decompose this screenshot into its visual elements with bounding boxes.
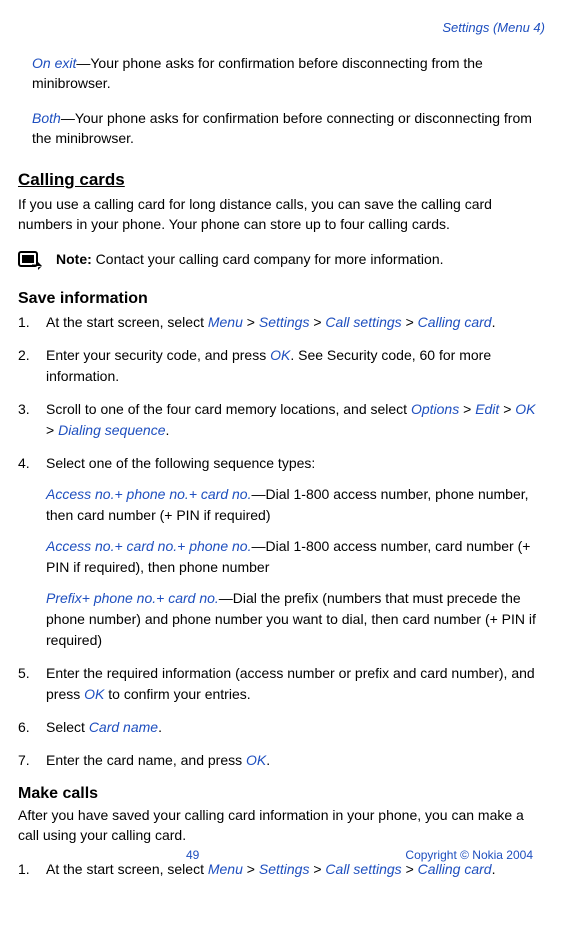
heading-save-information: Save information xyxy=(18,290,545,308)
menu-path-link: Menu xyxy=(208,861,243,877)
step-body: Select Card name. xyxy=(46,717,545,738)
option-term: On exit xyxy=(32,55,76,71)
step-body: Enter the required information (access n… xyxy=(46,663,545,705)
step-item: 7. Enter the card name, and press OK. xyxy=(18,750,545,771)
step-item: 2.Enter your security code, and press OK… xyxy=(18,345,545,387)
menu-path-link: Settings xyxy=(259,314,310,330)
page-content: Settings (Menu 4) On exit—Your phone ask… xyxy=(0,0,563,932)
step-body: Select one of the following sequence typ… xyxy=(46,453,545,651)
copyright: Copyright © Nokia 2004 xyxy=(405,848,533,862)
sequence-term: Access no.+ card no.+ phone no. xyxy=(46,538,251,554)
note-label: Note: xyxy=(56,251,92,267)
step-item: 1. At the start screen, select Menu > Set… xyxy=(18,859,545,880)
note-icon xyxy=(18,251,46,276)
menu-path-link: OK xyxy=(246,752,266,768)
step-item: 4.Select one of the following sequence t… xyxy=(18,453,545,651)
menu-path-link: Edit xyxy=(475,401,499,417)
make-calls-intro: After you have saved your calling card i… xyxy=(18,805,545,846)
note-text: Note: Contact your calling card company … xyxy=(56,249,545,269)
step-number: 6. xyxy=(18,717,36,738)
step-number: 1. xyxy=(18,859,36,880)
option-desc: —Your phone asks for confirmation before… xyxy=(32,55,483,91)
intro-options: On exit—Your phone asks for confirmation… xyxy=(18,53,545,148)
page-footer: 49 Copyright © Nokia 2004 xyxy=(0,848,563,862)
menu-path-link: OK xyxy=(270,347,290,363)
menu-path-link: Dialing sequence xyxy=(58,422,165,438)
step-item: 5.Enter the required information (access… xyxy=(18,663,545,705)
heading-calling-cards: Calling cards xyxy=(18,170,545,190)
note-body: Contact your calling card company for mo… xyxy=(92,251,444,267)
step-number: 5. xyxy=(18,663,36,705)
step-item: 6. Select Card name. xyxy=(18,717,545,738)
step-body: Scroll to one of the four card memory lo… xyxy=(46,399,545,441)
save-steps-list: 1. At the start screen, select Menu > Set… xyxy=(18,312,545,771)
intro-option: On exit—Your phone asks for confirmation… xyxy=(32,53,545,94)
step-item: 3.Scroll to one of the four card memory … xyxy=(18,399,545,441)
note-row: Note: Contact your calling card company … xyxy=(18,249,545,276)
menu-path-link: Card name xyxy=(89,719,158,735)
step-body: At the start screen, select Menu > Setti… xyxy=(46,312,545,333)
menu-path-link: Settings xyxy=(259,861,310,877)
step-number: 4. xyxy=(18,453,36,651)
menu-path-link: Calling card xyxy=(418,314,492,330)
page-number: 49 xyxy=(186,848,199,862)
step-body: Enter your security code, and press OK. … xyxy=(46,345,545,387)
step-item: 1. At the start screen, select Menu > Set… xyxy=(18,312,545,333)
intro-option: Both—Your phone asks for confirmation be… xyxy=(32,108,545,149)
step-body: Enter the card name, and press OK. xyxy=(46,750,545,771)
menu-path-link: Menu xyxy=(208,314,243,330)
step-number: 7. xyxy=(18,750,36,771)
menu-path-link: Calling card xyxy=(418,861,492,877)
breadcrumb: Settings (Menu 4) xyxy=(18,20,545,35)
menu-path-link: Options xyxy=(411,401,459,417)
option-desc: —Your phone asks for confirmation before… xyxy=(32,110,532,146)
sequence-term: Access no.+ phone no.+ card no. xyxy=(46,486,251,502)
menu-path-link: OK xyxy=(84,686,104,702)
step-number: 3. xyxy=(18,399,36,441)
sequence-option: Access no.+ phone no.+ card no.—Dial 1-8… xyxy=(46,484,545,526)
step-body: At the start screen, select Menu > Setti… xyxy=(46,859,545,880)
sequence-option: Prefix+ phone no.+ card no.—Dial the pre… xyxy=(46,588,545,651)
option-term: Both xyxy=(32,110,61,126)
menu-path-link: Call settings xyxy=(325,861,401,877)
menu-path-link: Call settings xyxy=(325,314,401,330)
heading-make-calls: Make calls xyxy=(18,785,545,803)
step-number: 1. xyxy=(18,312,36,333)
menu-path-link: OK xyxy=(515,401,535,417)
sequence-term: Prefix+ phone no.+ card no. xyxy=(46,590,219,606)
make-steps-list: 1. At the start screen, select Menu > Set… xyxy=(18,859,545,880)
step-number: 2. xyxy=(18,345,36,387)
sequence-option: Access no.+ card no.+ phone no.—Dial 1-8… xyxy=(46,536,545,578)
calling-cards-intro: If you use a calling card for long dista… xyxy=(18,194,545,235)
